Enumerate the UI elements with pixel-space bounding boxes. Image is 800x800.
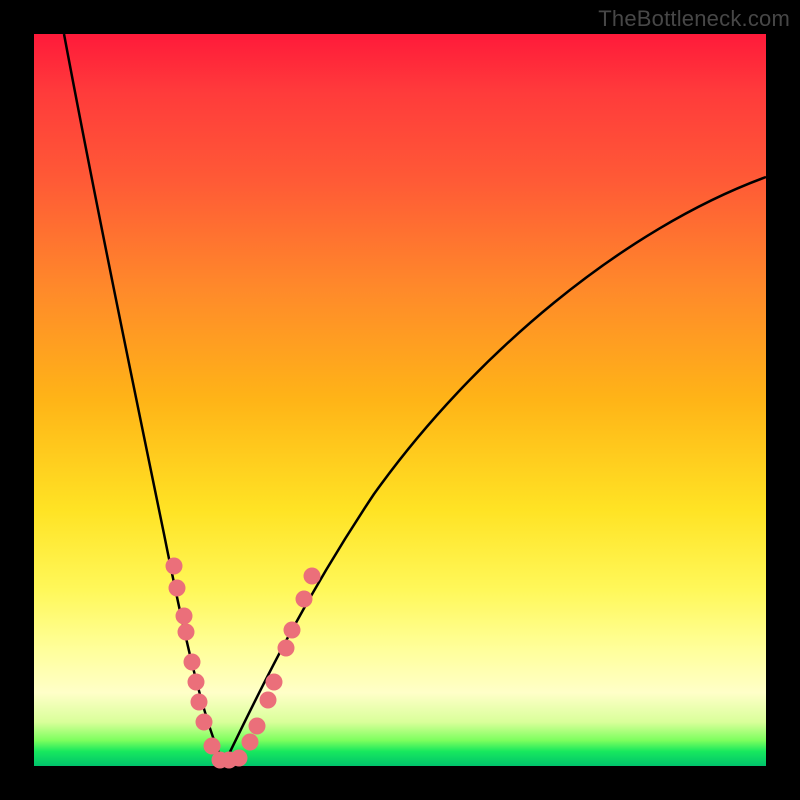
marker-point xyxy=(260,692,277,709)
curve-left-branch xyxy=(64,34,224,764)
chart-frame: TheBottleneck.com xyxy=(0,0,800,800)
watermark-text: TheBottleneck.com xyxy=(598,6,790,32)
marker-point xyxy=(296,591,313,608)
marker-point xyxy=(169,580,186,597)
marker-point xyxy=(166,558,183,575)
marker-point xyxy=(184,654,201,671)
marker-point xyxy=(176,608,193,625)
marker-point xyxy=(178,624,195,641)
curve-svg xyxy=(34,34,766,766)
marker-point xyxy=(249,718,266,735)
marker-point xyxy=(278,640,295,657)
marker-point xyxy=(284,622,301,639)
marker-point xyxy=(188,674,205,691)
plot-area xyxy=(34,34,766,766)
marker-point xyxy=(242,734,259,751)
marker-point xyxy=(266,674,283,691)
marker-point xyxy=(304,568,321,585)
marker-point xyxy=(231,750,248,767)
marker-point xyxy=(191,694,208,711)
marker-point xyxy=(196,714,213,731)
curve-right-branch xyxy=(224,177,766,764)
sample-markers xyxy=(166,558,321,769)
bottleneck-curve xyxy=(64,34,766,764)
